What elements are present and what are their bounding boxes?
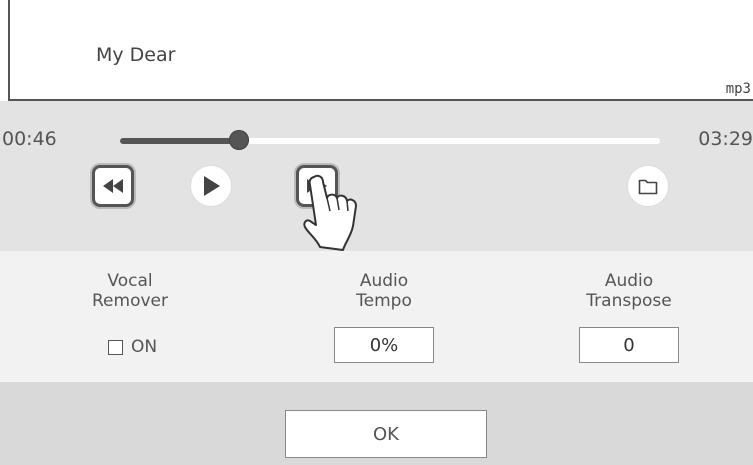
progress-knob[interactable] <box>228 130 249 150</box>
vocal-remover-label: Vocal <box>107 271 153 291</box>
audio-transpose-field[interactable]: 0 <box>579 327 679 363</box>
audio-settings-panel: Vocal Remover ON Audio Tempo 0% Audio Tr… <box>0 251 753 382</box>
audio-tempo-label: Audio <box>359 271 409 291</box>
vocal-remover-label-line2: Remover <box>92 291 168 311</box>
vocal-remover-checkbox[interactable] <box>108 339 123 355</box>
total-time: 03:29 <box>698 128 753 150</box>
folder-button[interactable] <box>627 165 669 207</box>
vocal-remover-on-label: ON <box>131 337 158 357</box>
audio-tempo-field[interactable]: 0% <box>334 327 434 363</box>
transport-controls: 00:46 03:29 <box>0 101 753 251</box>
folder-icon <box>638 179 658 195</box>
vocal-remover-toggle[interactable]: ON <box>108 337 157 357</box>
audio-transpose-label: Audio <box>604 271 654 291</box>
dialog-footer: OK <box>0 382 753 465</box>
play-button[interactable] <box>190 165 232 207</box>
file-type-label: mp3 <box>725 81 751 97</box>
play-icon <box>204 176 220 196</box>
song-title: My Dear <box>96 44 176 66</box>
rewind-button[interactable] <box>92 165 134 207</box>
progress-slider[interactable] <box>120 130 660 150</box>
ok-button[interactable]: OK <box>285 410 487 458</box>
rewind-icon <box>103 179 123 193</box>
song-info-panel: My Dear mp3 <box>8 0 753 101</box>
audio-tempo-label-line2: Tempo <box>356 291 412 311</box>
audio-transpose-label-line2: Transpose <box>586 291 672 311</box>
progress-fill <box>120 138 239 144</box>
current-time: 00:46 <box>2 128 57 150</box>
pointing-hand-icon <box>303 174 357 251</box>
